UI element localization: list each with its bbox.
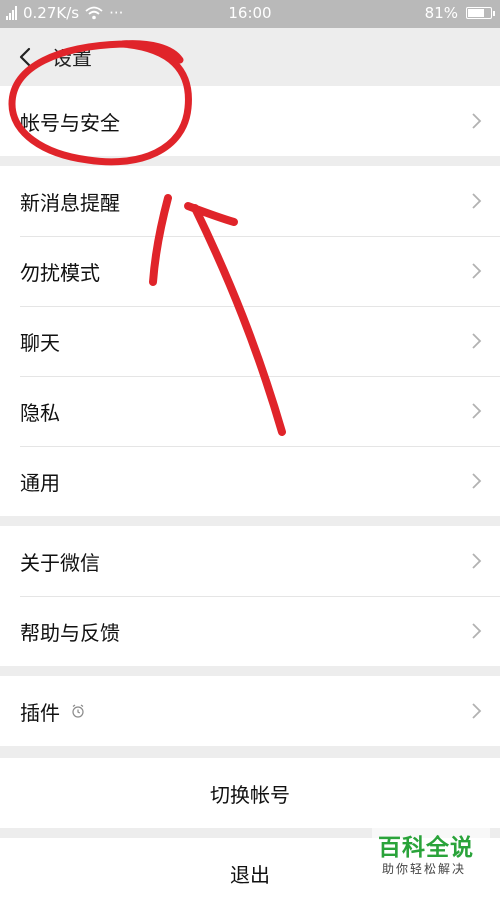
watermark-logo: 百科全说 助你轻松解决 [372, 826, 490, 882]
settings-item-label: 帮助与反馈 [20, 620, 120, 645]
settings-item-plugins[interactable]: 插件 [0, 676, 500, 746]
settings-item-label: 勿扰模式 [20, 260, 100, 285]
watermark-title: 百科全说 [378, 835, 474, 861]
settings-item-label: 通用 [20, 470, 60, 495]
alarm-clock-icon [72, 704, 84, 718]
settings-item-notifications[interactable]: 新消息提醒 [0, 166, 500, 236]
chevron-right-icon [472, 193, 482, 209]
settings-item-help-feedback[interactable]: 帮助与反馈 [0, 596, 500, 666]
settings-group-main: 新消息提醒 勿扰模式 聊天 隐私 通用 [0, 166, 500, 516]
settings-item-chat[interactable]: 聊天 [0, 306, 500, 376]
settings-item-label: 关于微信 [20, 550, 100, 575]
battery-percent: 81% [424, 4, 458, 22]
settings-item-label: 帐号与安全 [20, 110, 120, 135]
settings-item-general[interactable]: 通用 [0, 446, 500, 516]
switch-account-button[interactable]: 切换帐号 [0, 758, 500, 828]
watermark-subtitle: 助你轻松解决 [382, 862, 467, 876]
chevron-right-icon [472, 113, 482, 129]
battery-icon [466, 7, 495, 19]
settings-group-switch: 切换帐号 [0, 758, 500, 828]
settings-group-plugins: 插件 [0, 676, 500, 746]
nav-bar: 设置 [0, 28, 500, 87]
settings-item-label: 新消息提醒 [20, 190, 120, 215]
chevron-right-icon [472, 703, 482, 719]
chevron-right-icon [472, 403, 482, 419]
back-arrow-icon[interactable] [16, 46, 36, 68]
settings-group-about: 关于微信 帮助与反馈 [0, 526, 500, 666]
settings-group-account: 帐号与安全 [0, 86, 500, 156]
chevron-right-icon [472, 553, 482, 569]
chevron-right-icon [472, 473, 482, 489]
settings-item-label: 隐私 [20, 400, 60, 425]
chevron-right-icon [472, 623, 482, 639]
settings-item-do-not-disturb[interactable]: 勿扰模式 [0, 236, 500, 306]
settings-item-label: 聊天 [20, 330, 60, 355]
settings-item-account-security[interactable]: 帐号与安全 [0, 86, 500, 156]
settings-item-label: 插件 [20, 700, 60, 725]
logout-label: 退出 [230, 862, 270, 887]
chevron-right-icon [472, 333, 482, 349]
page-title: 设置 [52, 46, 92, 70]
switch-account-label: 切换帐号 [210, 782, 290, 807]
status-bar: 0.27K/s ··· 16:00 81% [0, 0, 500, 28]
chevron-right-icon [472, 263, 482, 279]
settings-item-about-wechat[interactable]: 关于微信 [0, 526, 500, 596]
settings-item-privacy[interactable]: 隐私 [0, 376, 500, 446]
